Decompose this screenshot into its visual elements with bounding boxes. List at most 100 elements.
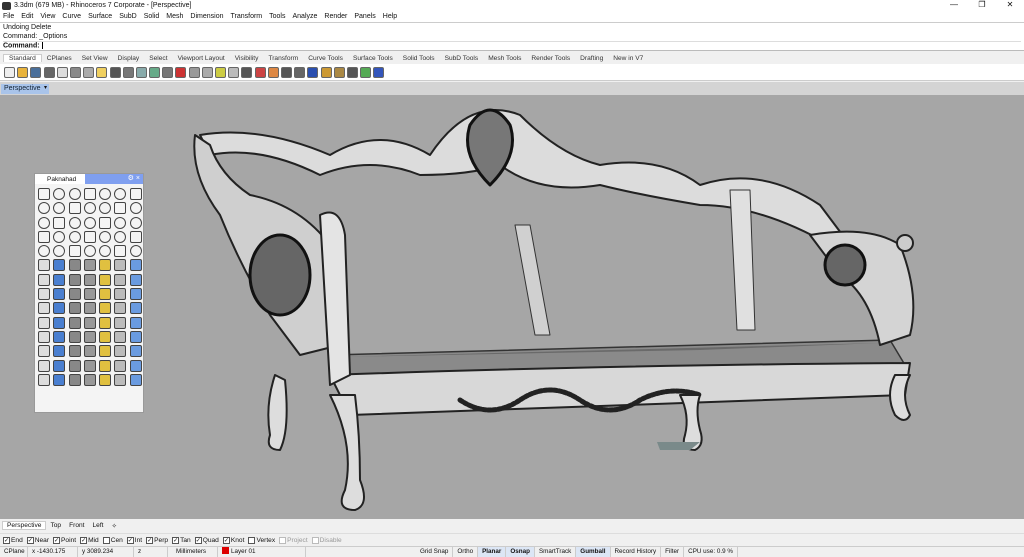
osnap-knot[interactable]: ✓ Knot <box>222 536 244 544</box>
toolbar-tool-icon[interactable] <box>294 66 306 78</box>
palette-tool-icon[interactable] <box>114 216 127 229</box>
toolbar-tool-icon[interactable] <box>56 66 68 78</box>
toggle-ortho[interactable]: Ortho <box>453 546 479 557</box>
palette-tool-icon[interactable] <box>53 259 66 272</box>
checkbox[interactable]: ✓ <box>172 536 180 544</box>
palette-tool-icon[interactable] <box>68 216 81 229</box>
checkbox[interactable]: ✓ <box>80 536 88 544</box>
viewport-tab-add[interactable]: ✧ <box>107 522 121 530</box>
palette-tool-icon[interactable] <box>99 245 112 258</box>
toolbar-tool-icon[interactable] <box>83 66 95 78</box>
palette-tool-icon[interactable] <box>68 359 81 372</box>
palette-tool-icon[interactable] <box>114 230 127 243</box>
viewport-tab-front[interactable]: Front <box>65 522 88 529</box>
checkbox[interactable] <box>311 536 319 544</box>
palette-tool-icon[interactable] <box>83 288 96 301</box>
toolbar-tool-icon[interactable] <box>373 66 385 78</box>
palette-tool-icon[interactable] <box>129 230 142 243</box>
osnap-cen[interactable]: Cen <box>102 536 123 544</box>
osnap-project[interactable]: Project <box>279 536 308 544</box>
palette-tool-icon[interactable] <box>68 302 81 315</box>
palette-tool-icon[interactable] <box>38 202 50 215</box>
tab-display[interactable]: Display <box>113 55 145 62</box>
toolbar-tool-icon[interactable] <box>69 66 81 78</box>
layer-selector[interactable]: Layer 01 <box>218 546 306 557</box>
viewport-tab-top[interactable]: Top <box>46 522 65 529</box>
tab-transform[interactable]: Transform <box>263 55 303 62</box>
toolbar-tool-icon[interactable] <box>201 66 213 78</box>
minimize-button[interactable]: — <box>940 0 968 9</box>
toggle-grid-snap[interactable]: Grid Snap <box>416 546 454 557</box>
toolbar-tool-icon[interactable] <box>17 66 29 78</box>
tab-mesh-tools[interactable]: Mesh Tools <box>483 55 526 62</box>
menu-panels[interactable]: Panels <box>354 13 375 20</box>
viewport-title[interactable]: Perspective <box>1 84 44 94</box>
palette-tool-icon[interactable] <box>38 216 50 229</box>
palette-tool-icon[interactable] <box>83 230 96 243</box>
tab-subd-tools[interactable]: SubD Tools <box>440 55 484 62</box>
palette-tool-icon[interactable] <box>83 316 96 329</box>
toolbar-tool-icon[interactable] <box>149 66 161 78</box>
palette-tool-icon[interactable] <box>53 202 66 215</box>
palette-tool-icon[interactable] <box>129 345 142 358</box>
palette-tool-icon[interactable] <box>38 230 50 243</box>
checkbox[interactable]: ✓ <box>26 536 34 544</box>
palette-tool-icon[interactable] <box>68 273 81 286</box>
palette-tool-icon[interactable] <box>83 273 96 286</box>
palette-tool-icon[interactable] <box>99 288 112 301</box>
palette-tool-icon[interactable] <box>53 216 66 229</box>
command-input[interactable]: Command: <box>3 41 1021 51</box>
palette-tool-icon[interactable] <box>68 330 81 343</box>
toolbar-tool-icon[interactable] <box>280 66 292 78</box>
tab-drafting[interactable]: Drafting <box>575 55 608 62</box>
palette-tool-icon[interactable] <box>99 359 112 372</box>
palette-tool-icon[interactable] <box>53 359 66 372</box>
toolbar-tool-icon[interactable] <box>346 66 358 78</box>
osnap-near[interactable]: ✓ Near <box>26 536 49 544</box>
palette-tool-icon[interactable] <box>68 288 81 301</box>
menu-analyze[interactable]: Analyze <box>292 13 317 20</box>
menu-file[interactable]: File <box>3 13 14 20</box>
palette-tool-icon[interactable] <box>53 188 66 200</box>
palette-tool-icon[interactable] <box>114 288 127 301</box>
menu-tools[interactable]: Tools <box>269 13 285 20</box>
checkbox[interactable] <box>279 536 287 544</box>
palette-tool-icon[interactable] <box>83 359 96 372</box>
palette-tool-icon[interactable] <box>38 359 50 372</box>
tab-select[interactable]: Select <box>144 55 172 62</box>
toolbar-tool-icon[interactable] <box>307 66 319 78</box>
menu-help[interactable]: Help <box>383 13 397 20</box>
palette-header[interactable]: ⚙ × <box>85 174 143 184</box>
palette-tool-icon[interactable] <box>83 345 96 358</box>
palette-tool-icon[interactable] <box>38 330 50 343</box>
palette-tool-icon[interactable] <box>99 259 112 272</box>
palette-tool-icon[interactable] <box>68 259 81 272</box>
toggle-record-history[interactable]: Record History <box>611 546 662 557</box>
osnap-perp[interactable]: ✓ Perp <box>146 536 168 544</box>
viewport-tab-left[interactable]: Left <box>88 522 107 529</box>
menu-view[interactable]: View <box>40 13 55 20</box>
palette-tool-icon[interactable] <box>53 316 66 329</box>
palette-tool-icon[interactable] <box>114 373 127 386</box>
palette-tool-icon[interactable] <box>99 230 112 243</box>
palette-tool-icon[interactable] <box>129 288 142 301</box>
palette-tool-icon[interactable] <box>114 202 127 215</box>
toolbar-tool-icon[interactable] <box>320 66 332 78</box>
palette-tool-icon[interactable] <box>99 316 112 329</box>
gear-icon[interactable]: ⚙ <box>128 175 134 182</box>
close-icon[interactable]: × <box>136 175 140 182</box>
palette-tool-icon[interactable] <box>99 216 112 229</box>
palette-tool-icon[interactable] <box>38 345 50 358</box>
menu-transform[interactable]: Transform <box>231 13 263 20</box>
toolbar-tool-icon[interactable] <box>241 66 253 78</box>
maximize-button[interactable]: ❐ <box>968 0 996 9</box>
palette-tool-icon[interactable] <box>114 302 127 315</box>
units[interactable]: Millimeters <box>168 546 218 557</box>
tab-cplanes[interactable]: CPlanes <box>42 55 77 62</box>
palette-tool-icon[interactable] <box>53 302 66 315</box>
palette-tool-icon[interactable] <box>99 373 112 386</box>
palette-tool-icon[interactable] <box>114 316 127 329</box>
palette-tool-icon[interactable] <box>99 273 112 286</box>
toggle-filter[interactable]: Filter <box>661 546 685 557</box>
toolbar-tool-icon[interactable] <box>122 66 134 78</box>
